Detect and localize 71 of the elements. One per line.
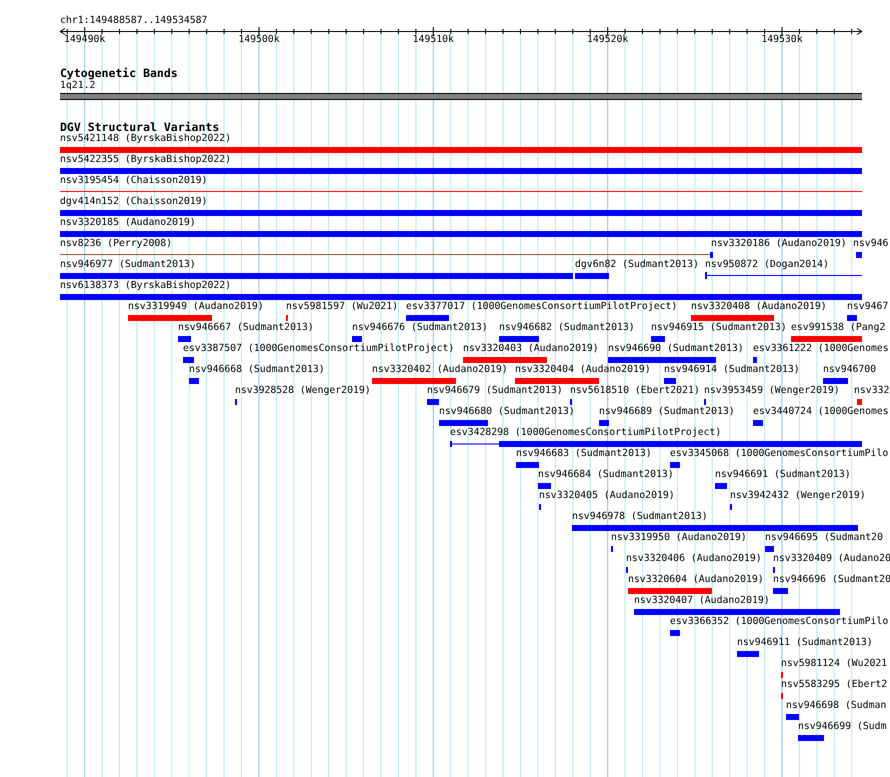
variant-label[interactable]: nsv3320402 (Audano2019) [372,364,508,376]
variant-label[interactable]: nsv6138373 (ByrskaBishop2022) [60,280,232,292]
variant-label[interactable]: nsv3320185 (Audano2019) [60,217,196,229]
variant-label[interactable]: nsv946911 (Sudmant2013) [737,637,873,649]
variant-label[interactable]: nsv3320408 (Audano2019) [691,301,827,313]
variant-label[interactable]: nsv946683 (Sudmant2013) [516,448,652,460]
variant-label[interactable]: nsv5422355 (ByrskaBishop2022) [60,154,232,166]
variant-label[interactable]: nsv946978 (Sudmant2013) [572,511,708,523]
variant-label[interactable]: esv3440724 (1000Genomes [753,406,889,418]
band-label: 1q21.2 [60,80,96,92]
variant-label[interactable]: nsv946690 (Sudmant2013) [608,343,744,355]
variant-label[interactable]: nsv5618510 (Ebert2021) [570,385,700,397]
variant-label[interactable]: esv3345068 (1000GenomesConsortiumPilo [670,448,888,460]
variant-label[interactable]: nsv946667 (Sudmant2013) [178,322,314,334]
variant-label[interactable]: nsv946914 (Sudmant2013) [664,364,800,376]
variant-label[interactable]: nsv3320604 (Audano2019) [628,574,764,586]
variant-label[interactable]: nsv946691 (Sudmant2013) [715,469,851,481]
variant-label[interactable]: nsv3320406 (Audano2019) [626,553,762,565]
variant-label[interactable]: nsv946977 (Sudmant2013) [60,259,196,271]
variant-line[interactable] [705,272,862,279]
track-title: DGV Structural Variants [60,120,220,134]
variant-label[interactable]: esv991538 (Pang2 [791,322,886,334]
variant-label[interactable]: esv3377017 (1000GenomesConsortiumPilotProject) [406,301,678,313]
variant-label[interactable]: nsv946679 (Sudmant2013) [427,385,563,397]
variant-label[interactable]: nsv946696 (Sudmant20 [773,574,890,586]
variant-label[interactable]: nsv946699 (Sudm [798,721,886,733]
variant-label[interactable]: nsv3320186 (Audano2019) [711,238,847,250]
variant-label[interactable]: esv3361222 (1000Genomes [753,343,889,355]
variant-label[interactable]: nsv3320409 (Audano20 [773,553,890,565]
variant-label[interactable]: nsv3942432 (Wenger2019) [730,490,866,502]
region-label: chr1:149488587..149534587 [60,15,208,27]
variant-label[interactable]: nsv3320403 (Audano2019) [463,343,599,355]
variant-label[interactable]: nsv946684 (Sudmant2013) [538,469,674,481]
track-title: Cytogenetic Bands [60,66,178,80]
variant-label[interactable]: nsv3320405 (Audano2019) [539,490,675,502]
variant-label[interactable]: nsv3319950 (Audano2019) [611,532,747,544]
variant-bar[interactable] [450,441,862,447]
variant-label[interactable]: esv3387507 (1000GenomesConsortiumPilotProject) [183,343,454,355]
variant-label[interactable]: nsv946 [853,238,888,250]
variant-label[interactable]: nsv3319949 (Audano2019) [128,301,264,313]
variant-label[interactable]: nsv5981597 (Wu2021) [286,301,398,313]
tick-label: 149500k [238,34,280,46]
variant-label[interactable]: nsv3928528 (Wenger2019) [235,385,371,397]
tick-label: 149490k [64,34,106,46]
tick-label: 149530k [761,34,803,46]
variant-label[interactable]: esv3428298 (1000GenomesConsortiumPilotProject) [450,427,722,439]
variant-label[interactable]: nsv946700 [823,364,876,376]
variant-label[interactable]: esv3366352 (1000GenomesConsortiumPilo [670,616,888,628]
variant-label[interactable]: nsv3320407 (Audano2019) [634,595,770,607]
variant-label[interactable]: nsv9467 [847,301,888,313]
variant-label[interactable]: nsv946668 (Sudmant2013) [189,364,325,376]
variant-label[interactable]: dgv6n82 (Sudmant2013) [575,259,699,271]
variant-label[interactable]: nsv3953459 (Wenger2019) [704,385,840,397]
variant-label[interactable]: nsv3320404 (Audano2019) [515,364,651,376]
variant-label[interactable]: nsv946695 (Sudmant20 [765,532,883,544]
tick-label: 149520k [587,34,628,46]
variant-label[interactable]: nsv5583295 (Ebert2 [781,679,888,691]
variant-label[interactable]: nsv5981124 (Wu2021 [781,658,888,670]
variant-label[interactable]: nsv946682 (Sudmant2013) [499,322,635,334]
variant-label[interactable]: nsv946689 (Sudmant2013) [599,406,735,418]
variant-label[interactable]: nsv332 [854,385,890,397]
variant-label[interactable]: nsv946915 (Sudmant2013) [651,322,787,334]
variant-label[interactable]: dgv414n152 (Chaisson2019) [60,196,208,208]
variant-label[interactable]: nsv946676 (Sudmant2013) [352,322,488,334]
variant-label[interactable]: nsv946680 (Sudmant2013) [439,406,575,418]
variant-label[interactable]: nsv3195454 (Chaisson2019) [60,175,208,187]
variant-label[interactable]: nsv8236 (Perry2008) [60,238,172,250]
tick-label: 149510k [412,34,454,46]
variant-label[interactable]: nsv5421148 (ByrskaBishop2022) [60,133,232,145]
variant-label[interactable]: nsv950872 (Dogan2014) [705,259,829,271]
variant-label[interactable]: nsv946698 (Sudman [786,700,886,712]
